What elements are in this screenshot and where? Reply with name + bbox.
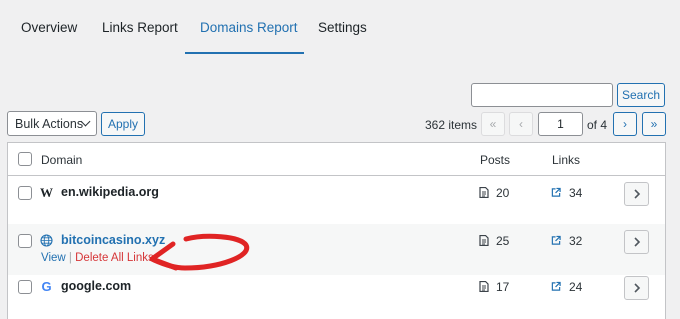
google-icon: G bbox=[41, 279, 52, 294]
domain-name[interactable]: google.com bbox=[61, 279, 131, 293]
current-page-input[interactable]: 1 bbox=[538, 112, 583, 136]
external-link-icon bbox=[551, 235, 561, 245]
next-page-button[interactable]: › bbox=[613, 112, 637, 136]
wikipedia-icon: W bbox=[40, 184, 53, 200]
posts-count: 20 bbox=[496, 186, 510, 200]
total-pages: of 4 bbox=[587, 118, 608, 132]
globe-icon bbox=[40, 234, 53, 247]
table-row: G google.com 17 24 bbox=[8, 275, 665, 319]
tab-domains-report[interactable]: Domains Report bbox=[200, 20, 298, 35]
action-separator: | bbox=[68, 252, 72, 264]
domain-name[interactable]: en.wikipedia.org bbox=[61, 185, 159, 199]
chevron-right-icon bbox=[633, 283, 640, 293]
external-link-icon bbox=[551, 187, 561, 197]
tab-settings[interactable]: Settings bbox=[318, 20, 367, 35]
document-icon bbox=[479, 187, 489, 198]
row-details-button[interactable] bbox=[624, 276, 649, 300]
prev-page-button[interactable]: ‹ bbox=[509, 112, 533, 136]
select-all-checkbox[interactable] bbox=[18, 152, 32, 166]
first-page-button[interactable]: « bbox=[481, 112, 505, 136]
row-details-button[interactable] bbox=[624, 230, 649, 254]
apply-button[interactable]: Apply bbox=[101, 112, 145, 136]
posts-count: 25 bbox=[496, 234, 510, 248]
document-icon bbox=[479, 235, 489, 246]
tab-overview[interactable]: Overview bbox=[21, 20, 77, 35]
bulk-actions-select[interactable]: Bulk Actions bbox=[7, 111, 97, 136]
chevron-right-icon bbox=[633, 237, 640, 247]
domain-name-link[interactable]: bitcoincasino.xyz bbox=[61, 233, 165, 247]
last-page-button[interactable]: » bbox=[642, 112, 666, 136]
items-count: 362 items bbox=[425, 118, 478, 132]
row-actions: View | Delete All Links bbox=[41, 252, 154, 264]
links-count: 34 bbox=[569, 186, 583, 200]
search-input[interactable] bbox=[471, 83, 613, 107]
links-count: 24 bbox=[569, 280, 583, 294]
bulk-actions-label: Bulk Actions bbox=[15, 116, 84, 131]
table-header: Domain Posts Links bbox=[8, 143, 665, 176]
view-link[interactable]: View bbox=[41, 252, 66, 264]
delete-all-links-link[interactable]: Delete All Links bbox=[75, 252, 154, 264]
search-button[interactable]: Search bbox=[617, 83, 665, 107]
row-checkbox[interactable] bbox=[18, 234, 32, 248]
posts-count: 17 bbox=[496, 280, 510, 294]
nav-tabs: Overview Links Report Domains Report Set… bbox=[0, 0, 680, 54]
document-icon bbox=[479, 281, 489, 292]
row-checkbox[interactable] bbox=[18, 186, 32, 200]
column-posts[interactable]: Posts bbox=[480, 153, 510, 167]
table-row: W en.wikipedia.org 20 34 bbox=[8, 176, 665, 224]
active-tab-indicator bbox=[185, 52, 304, 54]
chevron-right-icon bbox=[633, 189, 640, 199]
table-row: bitcoincasino.xyz View | Delete All Link… bbox=[8, 224, 665, 275]
domains-table: Domain Posts Links W en.wikipedia.org 20… bbox=[7, 142, 666, 319]
links-count: 32 bbox=[569, 234, 583, 248]
row-checkbox[interactable] bbox=[18, 280, 32, 294]
column-domain[interactable]: Domain bbox=[41, 153, 82, 167]
column-links[interactable]: Links bbox=[552, 153, 580, 167]
tab-links-report[interactable]: Links Report bbox=[102, 20, 178, 35]
external-link-icon bbox=[551, 281, 561, 291]
row-details-button[interactable] bbox=[624, 182, 649, 206]
